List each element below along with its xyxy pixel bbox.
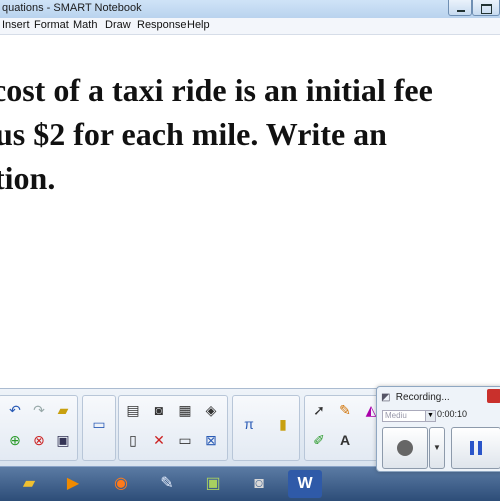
- chevron-down-icon[interactable]: ▼: [425, 410, 436, 422]
- open-folder-icon[interactable]: ▰: [53, 400, 73, 420]
- notebook-icon[interactable]: ✎: [150, 470, 184, 498]
- quality-select[interactable]: Mediu: [382, 410, 426, 422]
- clipart-icon[interactable]: ◈: [201, 400, 221, 420]
- problem-line-1: cost of a taxi ride is an initial fee: [0, 72, 433, 108]
- menu-draw[interactable]: Draw: [105, 19, 131, 31]
- toolbar-group-display: ▭: [82, 395, 116, 461]
- toolbar-group-edit: ↶ ↷ ▰ ⊕ ⊗ ▣: [0, 395, 78, 461]
- response-icon[interactable]: ▮: [273, 414, 293, 434]
- recording-title-bar: ◩ Recording...: [381, 390, 499, 406]
- screen-shade-icon[interactable]: ▦: [175, 400, 195, 420]
- menu-format[interactable]: Format: [34, 19, 69, 31]
- delete-icon[interactable]: ✕: [149, 430, 169, 450]
- close-box-icon[interactable]: ⊠: [201, 430, 221, 450]
- delete-page-icon[interactable]: ⊗: [29, 430, 49, 450]
- recording-title: Recording...: [395, 392, 450, 403]
- recorder-app-icon[interactable]: ◙: [242, 470, 276, 498]
- pen-icon[interactable]: ✎: [335, 400, 355, 420]
- recorder-icon: ◩: [381, 392, 391, 403]
- text-tool-icon[interactable]: A: [335, 430, 355, 450]
- menu-response[interactable]: Response: [137, 19, 187, 31]
- menu-insert[interactable]: Insert: [2, 19, 30, 31]
- pi-math-icon[interactable]: π: [239, 414, 259, 434]
- undo-icon[interactable]: ↶: [5, 400, 25, 420]
- pause-button[interactable]: [451, 427, 500, 469]
- problem-line-3: tion.: [0, 160, 56, 196]
- word-icon[interactable]: W: [288, 470, 322, 498]
- paste-icon[interactable]: ▤: [123, 400, 143, 420]
- add-page-icon[interactable]: ⊕: [5, 430, 25, 450]
- close-recorder-button[interactable]: [487, 389, 500, 403]
- window-title: quations - SMART Notebook: [2, 2, 142, 14]
- show-icon[interactable]: ▭: [175, 430, 195, 450]
- menu-math[interactable]: Math: [73, 19, 97, 31]
- save-icon[interactable]: ▣: [53, 430, 73, 450]
- redo-icon[interactable]: ↷: [29, 400, 49, 420]
- title-bar: quations - SMART Notebook: [0, 0, 500, 19]
- toolbar-group-tools: ▤ ◙ ▦ ◈ ▯ ✕ ▭ ⊠: [118, 395, 228, 461]
- record-button[interactable]: [382, 427, 428, 469]
- explorer-icon[interactable]: ▰: [12, 470, 46, 498]
- document-icon[interactable]: ▯: [123, 430, 143, 450]
- recording-panel: ◩ Recording... Mediu ▼ 0:00:10 ▼: [376, 386, 500, 472]
- creative-pen-icon[interactable]: ✐: [309, 430, 329, 450]
- maximize-button[interactable]: [472, 0, 500, 16]
- media-player-icon[interactable]: ▶: [56, 470, 90, 498]
- select-arrow-icon[interactable]: ➚: [309, 400, 329, 420]
- screen-capture-icon[interactable]: ◙: [149, 400, 169, 420]
- elapsed-time: 0:00:10: [437, 409, 468, 419]
- problem-line-2: us $2 for each mile. Write an: [0, 116, 387, 152]
- minimize-button[interactable]: [448, 0, 472, 16]
- menu-bar: Insert Format Math Draw Response Help: [0, 18, 500, 35]
- toolbar-group-math: π ▮: [232, 395, 300, 461]
- display-icon[interactable]: ▭: [89, 414, 109, 434]
- camera-app-icon[interactable]: ▣: [196, 470, 230, 498]
- firefox-icon[interactable]: ◉: [104, 470, 138, 498]
- record-options-button[interactable]: ▼: [429, 427, 445, 469]
- menu-help[interactable]: Help: [187, 19, 210, 31]
- toolbar-group-draw: ➚ ✎ ◭ ✐ A: [304, 395, 386, 461]
